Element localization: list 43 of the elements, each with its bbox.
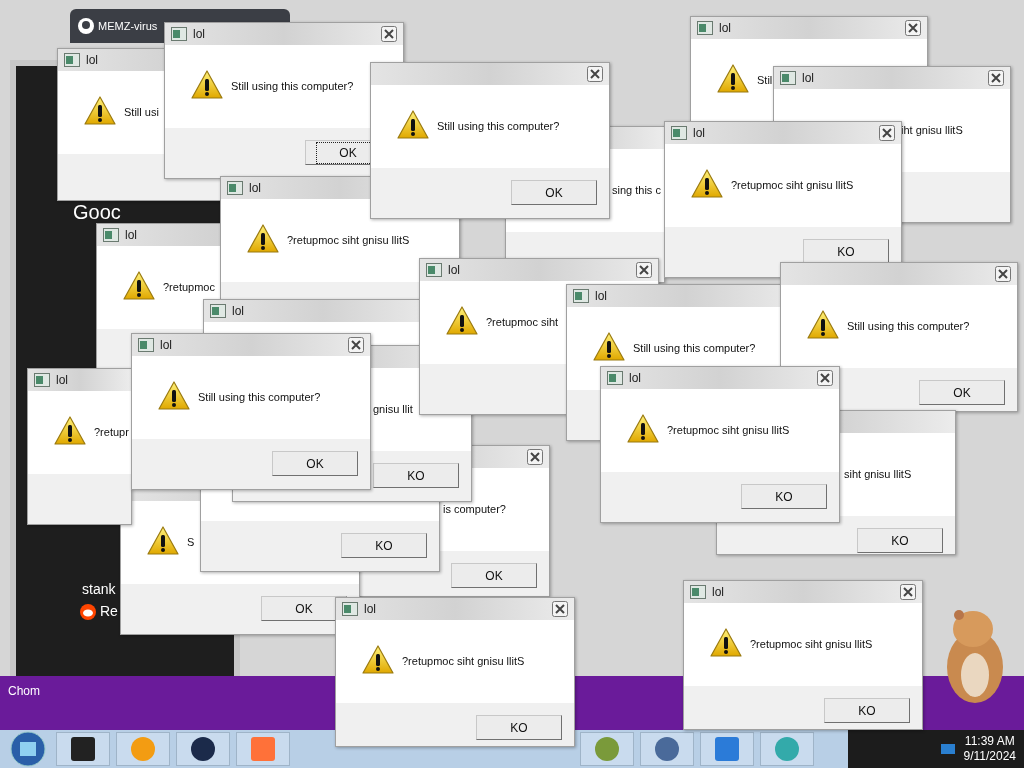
window-title: lol xyxy=(629,370,641,387)
window-title: lol xyxy=(712,584,724,601)
window-title: lol xyxy=(56,372,68,389)
window-title: lol xyxy=(364,601,376,618)
dialog-message: Still using this computer? xyxy=(198,390,321,405)
taskbar-label: Chom xyxy=(8,683,40,700)
dialog-message: ?retupr xyxy=(94,425,129,440)
dialog-message: ?retupmoc xyxy=(163,280,215,295)
window-title: lol xyxy=(232,303,244,320)
dialog-message: ?retupmoc siht xyxy=(486,315,559,330)
dialog-message: sing this c xyxy=(612,183,661,198)
page-heading: Gooc xyxy=(73,202,121,222)
window-title: lol xyxy=(802,70,814,87)
window-title: lol xyxy=(160,337,172,354)
window-title: lol xyxy=(249,180,261,197)
window-title: lol xyxy=(125,227,137,244)
dialog-message: is computer? xyxy=(443,502,506,517)
tab-title: MEMZ-virus xyxy=(98,18,158,34)
clock-date: 9/11/2024 xyxy=(963,749,1016,764)
dialog-message: ?retupmoc siht gnisu llitS xyxy=(402,654,525,669)
dialog-message: iht gnisu llitS xyxy=(901,123,963,138)
dialog-message: Still using this computer? xyxy=(231,79,354,94)
window-title: lol xyxy=(693,125,705,142)
dialog-message: ?retupmoc siht gnisu llitS xyxy=(287,233,410,248)
window-title: lol xyxy=(719,20,731,37)
window-title: lol xyxy=(86,52,98,69)
window-title: lol xyxy=(595,288,607,305)
dialog-message: Still using this computer? xyxy=(437,119,560,134)
dialog-message: Still using this computer? xyxy=(633,341,756,356)
dialog-message: Stil xyxy=(757,73,773,88)
dialog-message: ?retupmoc siht gnisu llitS xyxy=(731,178,854,193)
window-title: lol xyxy=(448,262,460,279)
clock-time: 11:39 AM xyxy=(964,734,1015,749)
dialog-message: S xyxy=(187,535,195,550)
dialog-message: siht gnisu llitS xyxy=(844,467,912,482)
dialog-message: gnisu llit xyxy=(373,402,413,417)
source-label: Re xyxy=(100,602,118,621)
window-title: lol xyxy=(193,26,205,43)
dialog-message: Still usi xyxy=(124,105,159,120)
dialog-message: ?retupmoc siht gnisu llitS xyxy=(750,637,873,652)
dialog-message: Still using this computer? xyxy=(847,319,970,334)
dialog-message: ?retupmoc siht gnisu llitS xyxy=(667,423,790,438)
post-author: stank xyxy=(82,580,116,599)
